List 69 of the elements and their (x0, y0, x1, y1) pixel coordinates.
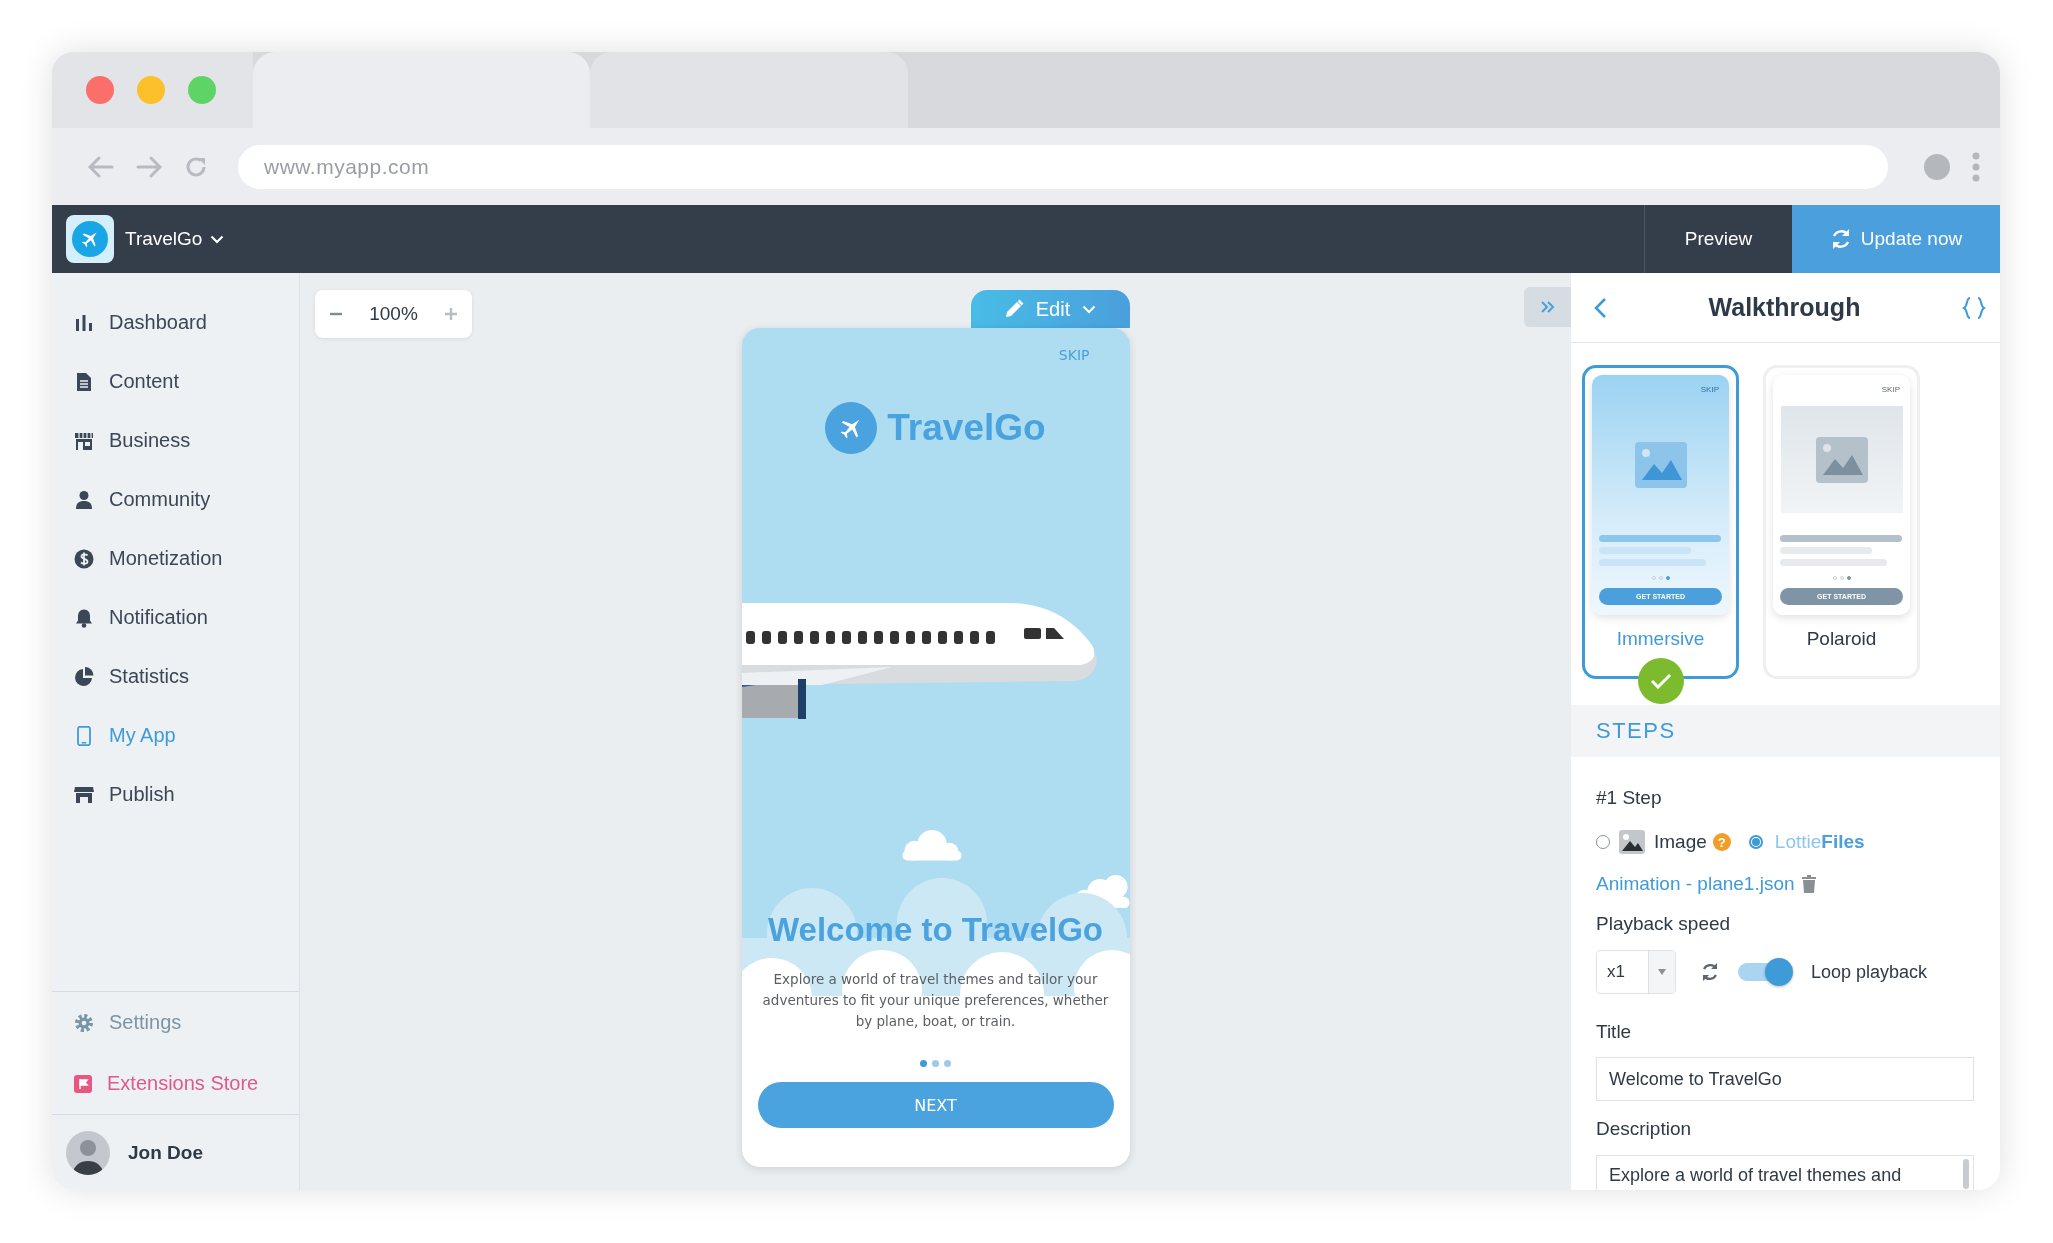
sidebar-item[interactable]: Publish (52, 765, 299, 824)
user-name: Jon Doe (128, 1141, 203, 1164)
flag-icon (74, 1074, 92, 1093)
radio-button[interactable] (1748, 835, 1763, 849)
app-switcher[interactable]: TravelGo (125, 228, 225, 250)
close-window-icon[interactable] (86, 76, 114, 104)
zoom-level: 100% (369, 303, 418, 325)
sidebar-item[interactable]: Dashboard (52, 293, 299, 352)
image-icon (1619, 830, 1645, 854)
phone-icon (74, 725, 94, 746)
maximize-window-icon[interactable] (188, 76, 216, 104)
sidebar-item[interactable]: Business (52, 411, 299, 470)
person-icon (74, 489, 94, 510)
back-chevron-icon[interactable] (1593, 296, 1607, 319)
trash-icon[interactable] (1801, 875, 1816, 893)
sidebar-item[interactable]: Monetization (52, 529, 299, 588)
chevron-down-icon (210, 234, 225, 244)
pie-icon (74, 666, 94, 687)
sidebar-item[interactable]: Content (52, 352, 299, 411)
document-icon (74, 371, 94, 392)
app-logo-icon (66, 215, 114, 263)
settings-icon (74, 1012, 94, 1033)
back-arrow-icon[interactable] (88, 155, 114, 178)
kebab-menu-icon[interactable] (1972, 151, 1980, 182)
dropdown-caret-icon (1658, 969, 1666, 975)
welcome-title: Welcome to TravelGo (768, 910, 1103, 950)
sidebar-item[interactable]: Community (52, 470, 299, 529)
cloud-drawing (901, 830, 962, 861)
description-textarea[interactable]: Explore a world of travel themes and (1596, 1155, 1974, 1190)
loop-playback-label: Loop playback (1811, 961, 1928, 983)
title-label: Title (1596, 1020, 1632, 1044)
step-label: #1 Step (1596, 786, 1662, 810)
chart-icon (74, 312, 94, 333)
steps-section-header: STEPS (1571, 705, 2000, 757)
scrollbar-thumb[interactable] (1963, 1159, 1969, 1189)
thumbnail-skip-text: SKIP (1881, 385, 1900, 394)
image-placeholder-icon (1815, 436, 1868, 483)
dollar-icon (74, 548, 94, 569)
profile-icon[interactable] (1924, 153, 1950, 180)
loop-toggle[interactable] (1738, 956, 1795, 988)
brand-name: TravelGo (887, 407, 1046, 449)
browser-tab[interactable] (253, 52, 590, 128)
avatar-silhouette[interactable] (66, 1130, 110, 1175)
playback-speed-label: Playback speed (1596, 912, 1731, 936)
brand-logo-icon (825, 402, 878, 454)
image-source-label[interactable]: Image (1654, 831, 1707, 853)
thumbnail-skip-text: SKIP (1700, 385, 1719, 394)
browser-tab[interactable] (590, 52, 908, 128)
reload-icon[interactable] (184, 154, 208, 179)
image-placeholder-icon (1634, 442, 1687, 488)
double-chevron-icon (1539, 300, 1556, 314)
checkmark-badge-icon (1637, 658, 1684, 704)
panel-title: Walkthrough (1708, 293, 1861, 322)
chevron-down-icon (1082, 304, 1097, 314)
sidebar-item[interactable]: Statistics (52, 647, 299, 706)
description-label: Description (1596, 1117, 1692, 1141)
code-braces-icon[interactable] (1962, 295, 1986, 320)
title-input[interactable]: Welcome to TravelGo (1596, 1057, 1974, 1101)
forward-arrow-icon[interactable] (136, 155, 162, 178)
building-icon (74, 430, 94, 451)
pencil-icon (1003, 299, 1024, 319)
bell-icon (74, 607, 94, 628)
sidebar-item[interactable]: Notification (52, 588, 299, 647)
speed-dropdown[interactable]: x1 (1596, 950, 1676, 994)
shop-icon (74, 784, 94, 805)
collapse-panel-button[interactable] (1524, 287, 1571, 327)
zoom-in-icon[interactable] (444, 307, 458, 321)
welcome-description: Explore a world of travel themes and tailor your adventures to fit your unique preferences, whether by plane, boat, or train. (761, 970, 1110, 1031)
minimize-window-icon[interactable] (137, 76, 165, 104)
